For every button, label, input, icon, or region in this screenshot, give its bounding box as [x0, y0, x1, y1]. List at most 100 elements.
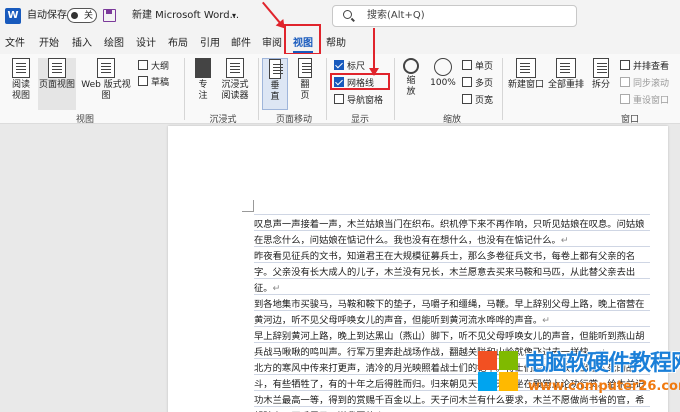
search-placeholder: 搜索(Alt+Q): [367, 10, 425, 21]
sync-scroll-button[interactable]: 同步滚动: [620, 77, 669, 89]
autosave-label: 自动保存: [27, 10, 67, 21]
side-to-side-icon: [298, 58, 312, 78]
watermark-url: www.computer26.com: [528, 379, 680, 394]
tab-home[interactable]: 开始: [39, 35, 59, 53]
paragraph[interactable]: 昨夜看见征兵的文书，知道君王在大规模征募兵士，那么多卷征兵文书，每卷上都有父亲的…: [254, 249, 650, 297]
reset-position-button[interactable]: 重设窗口: [620, 94, 669, 106]
side-to-side-button[interactable]: 翻 页: [292, 58, 318, 102]
paragraph[interactable]: 到各地集市买骏马，马鞍和鞍下的垫子，马嚼子和缰绳，马鞭。早上辞别父母上路，晚上宿…: [254, 297, 650, 329]
arrange-all-label: 全部重排: [548, 80, 585, 90]
read-mode-label: 阅读 视图: [11, 80, 30, 101]
ruler-check-icon: [334, 60, 344, 70]
zoom-100-icon: [434, 58, 452, 76]
tab-layout[interactable]: 布局: [168, 35, 188, 53]
chevron-down-icon[interactable]: ▾: [232, 8, 236, 24]
document-title[interactable]: 新建 Microsoft Word...: [132, 8, 239, 24]
zoom-100-button[interactable]: 100%: [428, 58, 458, 89]
multi-page-icon: [462, 77, 472, 87]
side-by-side-button[interactable]: 并排查看: [620, 60, 669, 72]
side-by-side-icon: [620, 60, 630, 70]
tab-help[interactable]: 帮助: [326, 35, 346, 53]
view-tab-highlight: [284, 24, 321, 55]
nav-pane-label: 导航窗格: [347, 96, 384, 106]
sync-scroll-icon: [620, 77, 630, 87]
new-window-icon: [516, 58, 536, 78]
focus-label: 专 注: [198, 80, 208, 101]
immersive-reader-button[interactable]: 沉浸式 阅读器: [216, 58, 254, 102]
tab-review[interactable]: 审阅: [262, 35, 282, 53]
title-bar: W 自动保存 关 新建 Microsoft Word... ▾ 搜索(Alt+Q…: [0, 0, 680, 32]
immersive-reader-label: 沉浸式 阅读器: [221, 80, 249, 101]
vertical-label: 垂 直: [270, 81, 280, 102]
paragraph-text: 昨夜看见征兵的文书，知道君王在大规模征募兵士，那么多卷征兵文书，每卷上都有父亲的…: [254, 251, 636, 294]
autosave-state: 关: [84, 11, 94, 21]
zoom-button[interactable]: 缩 放: [400, 58, 422, 98]
page-width-button[interactable]: 页宽: [462, 94, 493, 106]
tab-file[interactable]: 文件: [5, 35, 25, 53]
multi-page-button[interactable]: 多页: [462, 77, 493, 89]
zoom-label: 缩 放: [406, 76, 416, 97]
divider: [258, 58, 259, 120]
focus-button[interactable]: 专 注: [192, 58, 214, 102]
split-label: 拆分: [591, 80, 610, 90]
multi-page-label: 多页: [475, 79, 494, 89]
reader-icon: [226, 58, 244, 78]
arrange-all-button[interactable]: 全部重排: [548, 58, 584, 91]
divider: [326, 58, 327, 120]
nav-pane-checkbox[interactable]: 导航窗格: [334, 94, 383, 106]
page-width-icon: [462, 94, 472, 104]
one-page-button[interactable]: 单页: [462, 60, 493, 72]
side-by-side-label: 并排查看: [633, 62, 670, 72]
divider: [394, 58, 395, 120]
one-page-icon: [462, 60, 472, 70]
paragraph-text: 叹息声一声接着一声，木兰姑娘当门在织布。织机停下来不再作响，只听见姑娘在叹息。问…: [254, 219, 645, 246]
print-layout-button[interactable]: 页面视图: [38, 58, 76, 110]
divider: [184, 58, 185, 120]
word-logo-icon: W: [5, 8, 21, 24]
focus-icon: [195, 58, 211, 78]
search-box[interactable]: 搜索(Alt+Q): [332, 5, 577, 27]
tab-mailings[interactable]: 邮件: [231, 35, 251, 53]
reset-position-icon: [620, 94, 630, 104]
vertical-scroll-icon: [269, 59, 283, 79]
paragraph-mark-icon: ↵: [542, 315, 551, 326]
paragraph[interactable]: 叹息声一声接着一声，木兰姑娘当门在织布。织机停下来不再作响，只听见姑娘在叹息。问…: [254, 217, 650, 249]
print-layout-label: 页面视图: [38, 80, 75, 90]
sync-scroll-label: 同步滚动: [633, 79, 670, 89]
annotation-arrow: [369, 28, 379, 76]
outline-icon: [138, 60, 148, 70]
draft-button[interactable]: 草稿: [138, 76, 169, 88]
side-to-side-label: 翻 页: [300, 80, 310, 101]
web-layout-button[interactable]: Web 版式视图: [78, 58, 134, 102]
vertical-button[interactable]: 垂 直: [262, 58, 288, 110]
web-page-icon: [97, 58, 115, 78]
save-icon[interactable]: [103, 9, 116, 22]
divider: [502, 58, 503, 120]
new-window-button[interactable]: 新建窗口: [508, 58, 544, 91]
margin-mark: [242, 200, 254, 212]
tab-draw[interactable]: 绘图: [104, 35, 124, 53]
outline-button[interactable]: 大纲: [138, 60, 169, 72]
page-icon: [48, 58, 66, 78]
split-button[interactable]: 拆分: [588, 58, 614, 91]
tab-design[interactable]: 设计: [136, 35, 156, 53]
paragraph-text: 到各地集市买骏马，马鞍和鞍下的垫子，马嚼子和缰绳，马鞭。早上辞别父母上路，晚上宿…: [254, 299, 645, 326]
toggle-knob-icon: [71, 12, 78, 19]
vertical-ruler: [0, 130, 8, 412]
zoom-100-label: 100%: [430, 78, 456, 88]
reset-position-label: 重设窗口: [633, 96, 670, 106]
tab-references[interactable]: 引用: [200, 35, 220, 53]
page-width-label: 页宽: [475, 96, 494, 106]
arrange-all-icon: [556, 58, 576, 78]
site-watermark: 电脑软硬件教程网 www.computer26.com: [478, 343, 680, 411]
draft-label: 草稿: [151, 78, 170, 88]
search-icon: [343, 10, 352, 19]
web-layout-label: Web 版式视图: [81, 80, 131, 101]
draft-icon: [138, 76, 148, 86]
tab-insert[interactable]: 插入: [72, 35, 92, 53]
ruler-checkbox[interactable]: 标尺: [334, 60, 365, 72]
zoom-magnifier-icon: [403, 58, 419, 74]
read-mode-button[interactable]: 阅读 视图: [6, 58, 36, 102]
ruler-label: 标尺: [347, 62, 366, 72]
ribbon-tabs: 文件 开始 插入 绘图 设计 布局 引用 邮件 审阅 视图 帮助: [0, 32, 680, 54]
